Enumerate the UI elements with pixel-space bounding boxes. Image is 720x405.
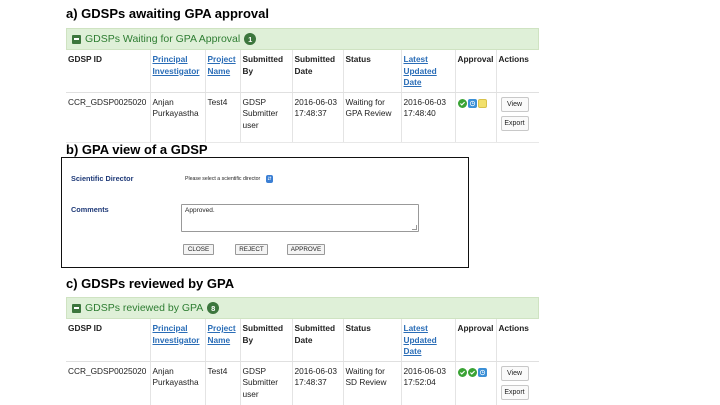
cell-submitted-by: GDSP Submitter user <box>240 92 293 143</box>
table-header-row: GDSP ID Principal Investigator Project N… <box>66 50 539 93</box>
check-circle-icon <box>467 367 477 377</box>
approve-button[interactable]: APPROVE <box>287 244 325 255</box>
cell-approval <box>455 92 497 143</box>
scientific-director-select[interactable]: Please select a scientific director ⇵ <box>183 174 273 184</box>
count-badge: 1 <box>244 33 257 45</box>
cell-updated: 2016-06-03 17:48:40 <box>401 92 456 143</box>
resize-handle[interactable] <box>412 225 417 230</box>
comments-label: Comments <box>71 205 109 214</box>
col-project-name[interactable]: Project Name <box>205 319 241 362</box>
col-latest-updated-date[interactable]: Latest Updated Date <box>401 319 456 362</box>
panel-header[interactable]: GDSPs reviewed by GPA 8 <box>66 297 539 319</box>
panel-header[interactable]: GDSPs Waiting for GPA Approval 1 <box>66 28 539 50</box>
export-button[interactable]: Export <box>500 115 529 131</box>
col-principal-investigator[interactable]: Principal Investigator <box>150 319 206 362</box>
col-submitted-date: Submitted Date <box>292 319 344 362</box>
col-actions: Actions <box>496 50 539 93</box>
select-value: Please select a scientific director <box>185 176 261 182</box>
cell-actions: View Export <box>496 361 539 405</box>
export-button[interactable]: Export <box>500 384 529 400</box>
col-gdsp-id: GDSP ID <box>66 50 151 93</box>
chevron-down-icon[interactable]: ⇵ <box>266 175 273 183</box>
section-b-heading: b) GPA view of a GDSP <box>66 142 208 157</box>
col-latest-updated-date[interactable]: Latest Updated Date <box>401 50 456 93</box>
count-badge: 8 <box>207 302 220 314</box>
close-button[interactable]: CLOSE <box>183 244 214 255</box>
panel-gdsps-awaiting: GDSPs Waiting for GPA Approval 1 GDSP ID… <box>66 28 539 143</box>
panel-title: GDSPs Waiting for GPA Approval <box>85 33 241 45</box>
check-circle-icon <box>457 367 467 377</box>
scientific-director-label: Scientific Director <box>71 174 134 183</box>
table-header-row: GDSP ID Principal Investigator Project N… <box>66 319 539 362</box>
cell-project: Test4 <box>205 92 241 143</box>
cell-status: Waiting for SD Review <box>343 361 402 405</box>
col-project-name[interactable]: Project Name <box>205 50 241 93</box>
cell-pi: Anjan Purkayastha <box>150 361 206 405</box>
col-actions: Actions <box>496 319 539 362</box>
gdsp-table: GDSP ID Principal Investigator Project N… <box>66 50 539 143</box>
view-button[interactable]: View <box>500 96 529 112</box>
table-row: CCR_GDSP0025020 Anjan Purkayastha Test4 … <box>66 92 539 143</box>
col-submitted-by: Submitted By <box>240 50 293 93</box>
col-submitted-date: Submitted Date <box>292 50 344 93</box>
panel-gdsps-reviewed: GDSPs reviewed by GPA 8 GDSP ID Principa… <box>66 297 539 405</box>
cell-submitted-date: 2016-06-03 17:48:37 <box>292 92 344 143</box>
collapse-icon[interactable] <box>72 34 81 44</box>
col-status: Status <box>343 50 402 93</box>
view-button[interactable]: View <box>500 365 529 381</box>
section-c-heading: c) GDSPs reviewed by GPA <box>66 276 235 291</box>
clock-icon <box>477 367 487 377</box>
gpa-view-form: Scientific Director Please select a scie… <box>61 157 469 268</box>
comments-value: Approved. <box>185 207 215 214</box>
col-submitted-by: Submitted By <box>240 319 293 362</box>
square-icon <box>477 98 487 108</box>
col-approval: Approval <box>455 50 497 93</box>
cell-actions: View Export <box>496 92 539 143</box>
col-gdsp-id: GDSP ID <box>66 319 151 362</box>
section-a-heading: a) GDSPs awaiting GPA approval <box>66 6 269 21</box>
reject-button[interactable]: REJECT <box>235 244 268 255</box>
cell-submitted-by: GDSP Submitter user <box>240 361 293 405</box>
collapse-icon[interactable] <box>72 303 81 313</box>
cell-submitted-date: 2016-06-03 17:48:37 <box>292 361 344 405</box>
col-status: Status <box>343 319 402 362</box>
panel-title: GDSPs reviewed by GPA <box>85 302 204 314</box>
col-principal-investigator[interactable]: Principal Investigator <box>150 50 206 93</box>
comments-textarea[interactable]: Approved. <box>181 204 419 232</box>
clock-icon <box>467 98 477 108</box>
cell-project: Test4 <box>205 361 241 405</box>
cell-pi: Anjan Purkayastha <box>150 92 206 143</box>
gdsp-table: GDSP ID Principal Investigator Project N… <box>66 319 539 405</box>
cell-updated: 2016-06-03 17:52:04 <box>401 361 456 405</box>
cell-gdsp-id: CCR_GDSP0025020 <box>66 361 151 405</box>
col-approval: Approval <box>455 319 497 362</box>
table-row: CCR_GDSP0025020 Anjan Purkayastha Test4 … <box>66 361 539 405</box>
check-circle-icon <box>457 98 467 108</box>
cell-status: Waiting for GPA Review <box>343 92 402 143</box>
cell-approval <box>455 361 497 405</box>
cell-gdsp-id: CCR_GDSP0025020 <box>66 92 151 143</box>
